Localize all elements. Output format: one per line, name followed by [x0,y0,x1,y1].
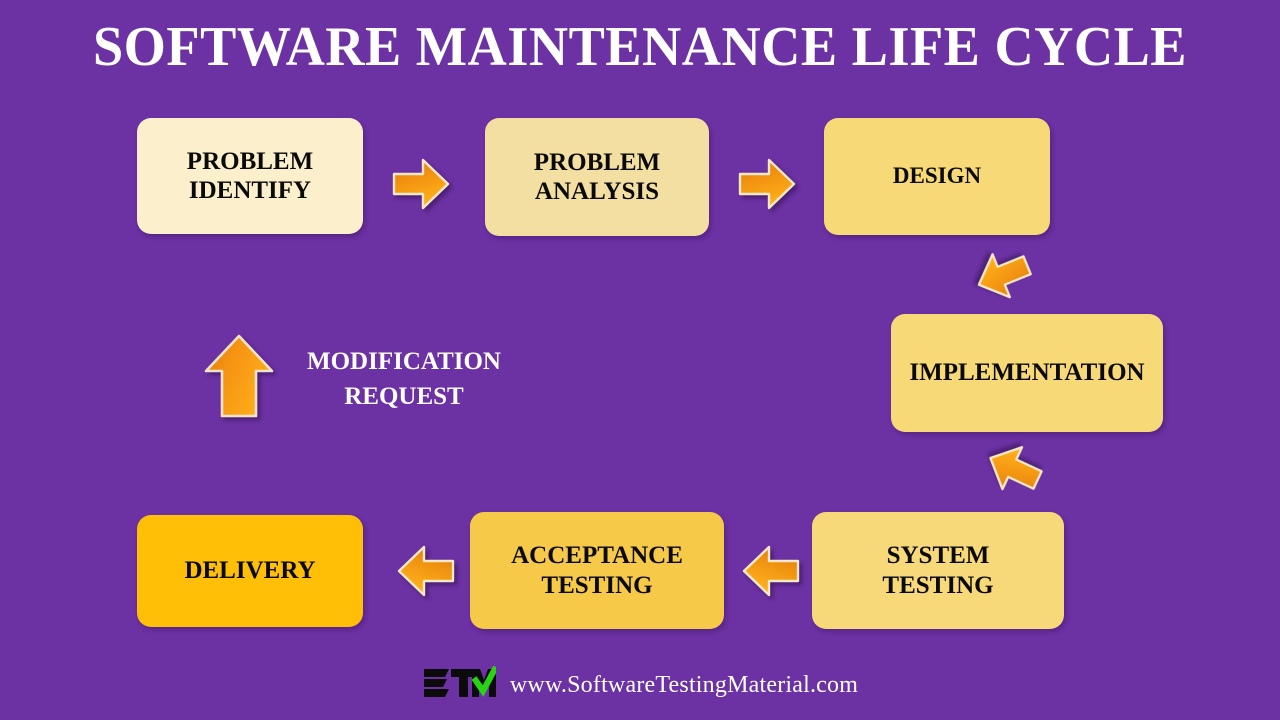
arrow-down-design-to-implementation [967,240,1038,309]
footer: www.SoftwareTestingMaterial.com [0,665,1280,705]
process-box-label: PROBLEM IDENTIFY [186,147,314,204]
process-box-label: IMPLEMENTATION [909,359,1145,387]
process-box-label: ACCEPTANCE TESTING [511,542,683,599]
process-box-label: PROBLEM ANALYSIS [533,148,661,205]
process-box-label: SYSTEM TESTING [882,542,994,599]
process-box-system-testing: SYSTEM TESTING [812,512,1064,629]
arrow-down-implementation-to-system-testing [978,434,1051,505]
stm-logo-icon [422,665,499,705]
process-box-label: DESIGN [892,163,982,189]
arrow-right-analysis-to-design [738,157,796,211]
page-title: SOFTWARE MAINTENANCE LIFE CYCLE [92,16,1188,78]
process-box-problem-identify: PROBLEM IDENTIFY [137,118,363,234]
diagram-canvas: SOFTWARE MAINTENANCE LIFE CYCLE PROBLEM … [0,0,1280,720]
process-box-label: DELIVERY [184,557,316,585]
process-box-design: DESIGN [824,118,1050,235]
modification-request-label: MODIFICATION REQUEST [307,348,501,410]
arrow-right-identify-to-analysis [392,157,450,211]
process-box-implementation: IMPLEMENTATION [891,314,1163,432]
process-box-acceptance-testing: ACCEPTANCE TESTING [470,512,724,629]
process-box-delivery: DELIVERY [137,515,363,627]
process-box-problem-analysis: PROBLEM ANALYSIS [485,118,709,236]
website-url: www.SoftwareTestingMaterial.com [509,672,859,698]
arrow-left-acceptance-to-delivery [397,544,455,598]
arrow-left-system-to-acceptance [742,544,800,598]
arrow-up-modification-request [203,333,275,419]
